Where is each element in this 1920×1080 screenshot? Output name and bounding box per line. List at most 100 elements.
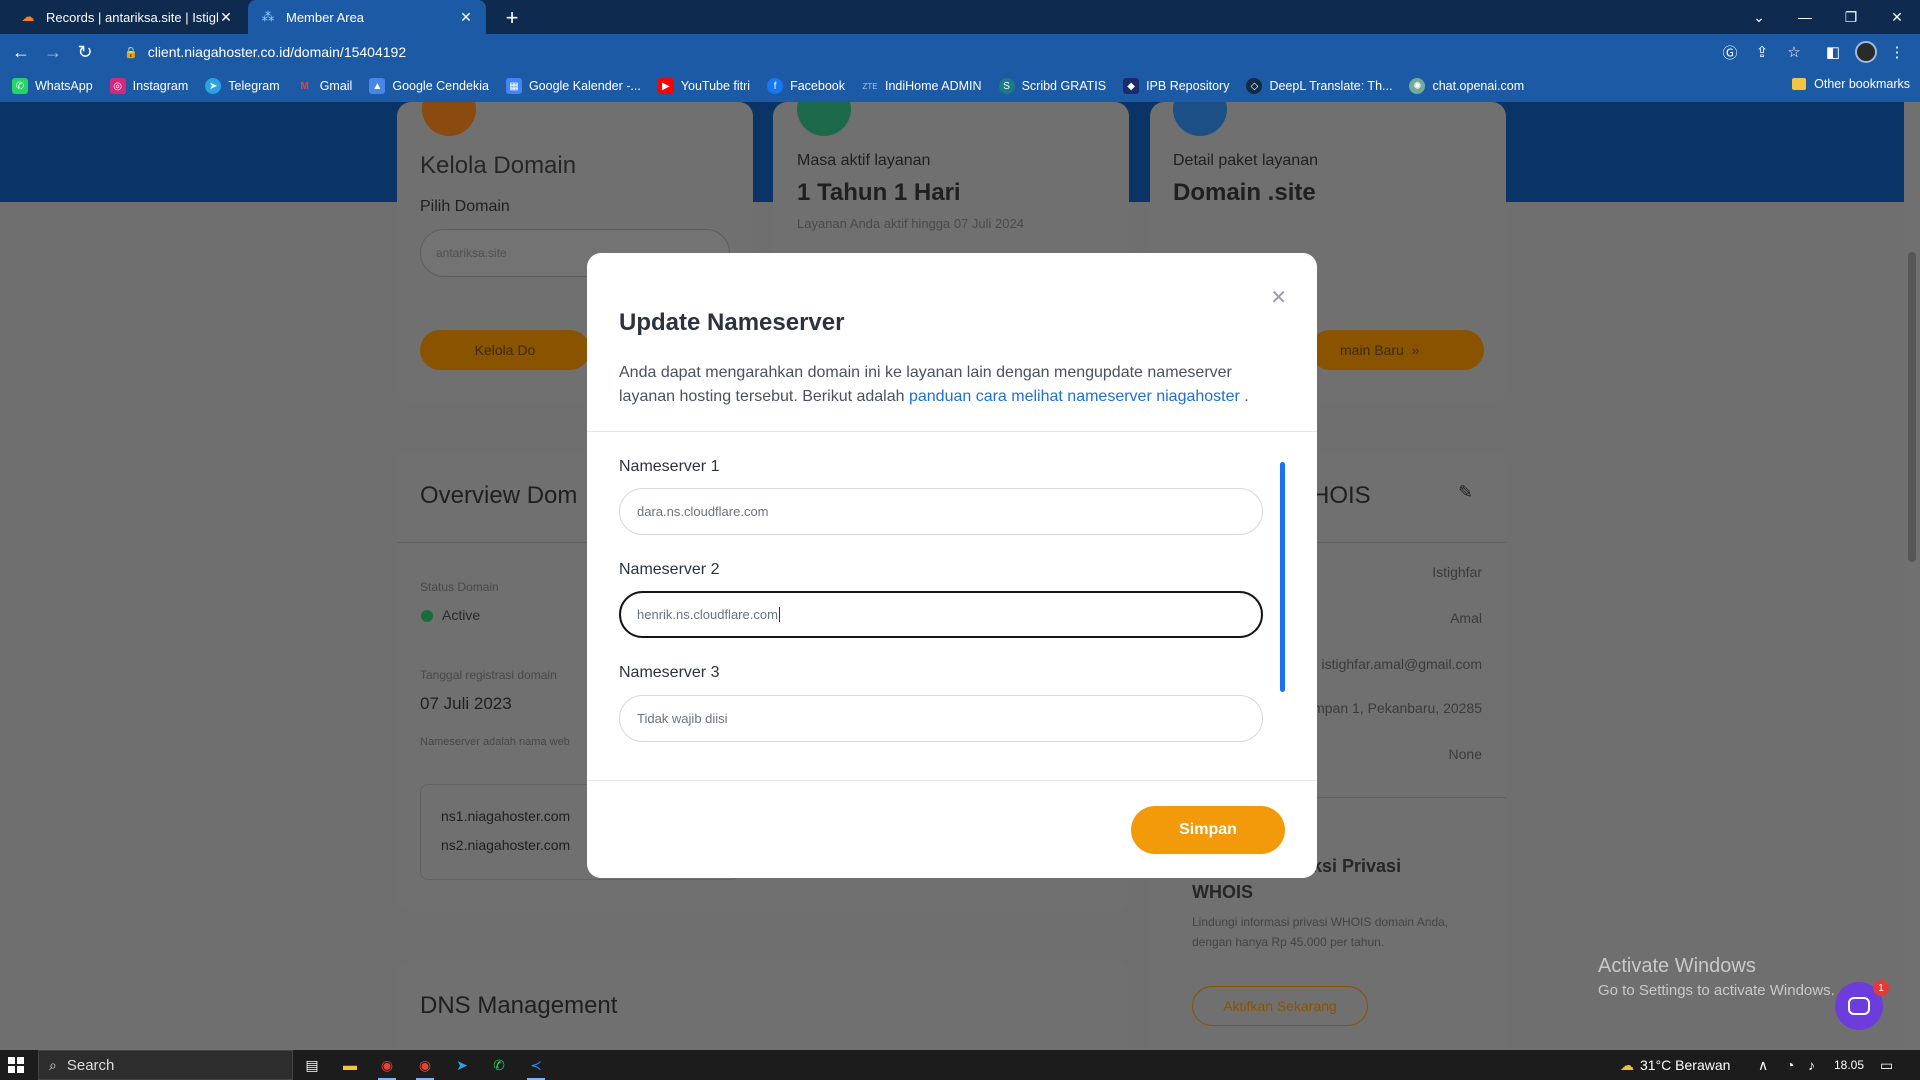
network-icon[interactable]: ◔ [1786, 1050, 1794, 1080]
bookmark-label: Instagram [132, 79, 189, 93]
telegram-icon: ➤ [205, 78, 222, 94]
aktifkan-privasi-button[interactable]: Aktifkan Sekarang [1192, 986, 1368, 1026]
ns1-value: ns1.niagahoster.com [441, 808, 571, 824]
address-bar[interactable]: 🔒 client.niagahoster.co.id/domain/154041… [110, 37, 1775, 67]
overview-title: Overview Dom [420, 482, 578, 509]
url-text: client.niagahoster.co.id/domain/15404192 [147, 44, 407, 60]
modal-scrollbar[interactable] [1280, 462, 1285, 692]
bookmark-gmail[interactable]: M Gmail [297, 78, 353, 94]
tab-member-area[interactable]: ⁂ Member Area ✕ [248, 0, 486, 34]
profile-avatar[interactable] [1855, 41, 1877, 63]
calendar-icon: ▦ [505, 78, 522, 94]
bookmark-telegram[interactable]: ➤ Telegram [205, 78, 280, 94]
scrollbar-thumb[interactable] [1908, 252, 1916, 562]
chrome-profile-icon[interactable]: ◉ [412, 1053, 438, 1080]
bookmark-ipb[interactable]: ◆ IPB Repository [1123, 78, 1229, 94]
instagram-icon: ◎ [109, 78, 126, 94]
task-view-icon[interactable]: ▤ [299, 1053, 325, 1077]
cloud-icon: ☁ [1620, 1056, 1634, 1073]
nameserver-2-value: henrik.ns.cloudflare.com [637, 607, 778, 622]
masa-aktif-note: Layanan Anda aktif hingga 07 Juli 2024 [797, 216, 1024, 231]
ns2-value: ns2.niagahoster.com [441, 837, 571, 853]
bookmark-label: Scribd GRATIS [1021, 79, 1107, 93]
ipb-icon: ◆ [1123, 78, 1140, 94]
tab-records[interactable]: ☁ Records | antariksa.site | Istighfar ✕ [8, 0, 246, 34]
bookmark-label: IndiHome ADMIN [885, 79, 982, 93]
bookmark-deepl[interactable]: ◇ DeepL Translate: Th... [1246, 78, 1392, 94]
vscode-icon[interactable]: ≺ [523, 1053, 549, 1080]
activate-windows-watermark: Activate Windows Go to Settings to activ… [1598, 955, 1835, 999]
menu-kebab-icon[interactable]: ⋮ [1884, 40, 1910, 64]
whois-last-name: Amal [1450, 610, 1482, 626]
masa-aktif-value: 1 Tahun 1 Hari [797, 179, 961, 206]
whois-title: HOIS [1312, 482, 1371, 509]
panduan-link[interactable]: panduan cara melihat nameserver niagahos… [909, 388, 1240, 405]
beli-domain-button[interactable]: main Baru » [1310, 330, 1484, 370]
share-icon[interactable]: ⇪ [1749, 40, 1775, 64]
file-explorer-icon[interactable]: ▬ [337, 1053, 363, 1077]
bookmark-label: Google Kalender -... [528, 79, 641, 93]
tab-search-icon[interactable]: ⌄ [1736, 0, 1782, 34]
search-icon: ⌕ [49, 1056, 57, 1073]
side-panel-icon[interactable]: ◧ [1820, 40, 1846, 64]
minimize-button[interactable]: — [1782, 0, 1828, 34]
facebook-icon: f [767, 78, 784, 94]
bookmark-google-cendekia[interactable]: ▲ Google Cendekia [369, 78, 489, 94]
back-icon[interactable]: ← [8, 40, 34, 64]
windows-start-icon[interactable] [8, 1057, 24, 1073]
chrome-icon[interactable]: ◉ [374, 1053, 400, 1080]
whois-email: istighfar.amal@gmail.com [1321, 656, 1483, 672]
youtube-icon: ▶ [657, 78, 674, 94]
bookmark-instagram[interactable]: ◎ Instagram [109, 78, 189, 94]
bookmark-facebook[interactable]: f Facebook [767, 78, 845, 94]
bookmark-star-icon[interactable]: ☆ [1781, 40, 1807, 64]
bookmark-whatsapp[interactable]: ✆ WhatsApp [12, 78, 93, 94]
activate-subtitle: Go to Settings to activate Windows. [1598, 982, 1835, 999]
edit-pencil-icon[interactable]: ✎ [1458, 482, 1473, 503]
nameserver-3-input[interactable]: Tidak wajib diisi [619, 695, 1263, 742]
nameserver-3-placeholder: Tidak wajib diisi [637, 711, 728, 726]
close-icon[interactable]: ✕ [1270, 285, 1287, 310]
nameserver-1-input[interactable]: dara.ns.cloudflare.com [619, 488, 1263, 535]
taskbar-search-label: Search [66, 1056, 115, 1074]
bookmark-label: DeepL Translate: Th... [1269, 79, 1393, 93]
tray-chevron-icon[interactable]: ∧ [1758, 1050, 1768, 1080]
other-bookmarks-label: Other bookmarks [1814, 77, 1910, 91]
weather-widget[interactable]: ☁ 31°C Berawan [1620, 1050, 1730, 1080]
kelola-domain-button[interactable]: Kelola Do [420, 330, 590, 370]
reload-icon[interactable]: ↻ [72, 40, 98, 64]
forward-icon[interactable]: → [40, 40, 66, 64]
tab-strip: ☁ Records | antariksa.site | Istighfar ✕… [0, 0, 1920, 34]
scribd-icon: S [998, 78, 1015, 94]
google-lens-icon[interactable]: Ⓖ [1717, 40, 1743, 64]
status-domain-label: Status Domain [420, 580, 499, 594]
notifications-icon[interactable]: ▭ [1880, 1050, 1893, 1080]
bookmark-openai[interactable]: ✺ chat.openai.com [1409, 78, 1524, 94]
restore-button[interactable]: ❐ [1828, 0, 1874, 34]
detail-paket-label: Detail paket layanan [1173, 152, 1318, 169]
aktifkan-button-label: Aktifkan Sekarang [1223, 998, 1337, 1014]
save-button[interactable]: Simpan [1131, 806, 1285, 854]
close-tab-icon[interactable]: ✕ [458, 9, 474, 26]
bookmark-youtube[interactable]: ▶ YouTube fitri [657, 78, 750, 94]
page-scrollbar[interactable] [1904, 102, 1920, 1050]
browser-toolbar: ← → ↻ 🔒 client.niagahoster.co.id/domain/… [0, 34, 1920, 70]
status-value: Active [442, 607, 481, 623]
taskbar-search[interactable]: ⌕ Search [38, 1050, 293, 1080]
whatsapp-icon[interactable]: ✆ [486, 1053, 512, 1077]
nameserver-1-label: Nameserver 1 [619, 458, 720, 475]
volume-icon[interactable]: ♪ [1808, 1050, 1815, 1080]
kelola-domain-title: Kelola Domain [420, 152, 577, 179]
telegram-icon[interactable]: ➤ [449, 1053, 475, 1077]
bookmark-google-kalender[interactable]: ▦ Google Kalender -... [505, 78, 641, 94]
close-window-button[interactable]: ✕ [1874, 0, 1920, 34]
other-bookmarks[interactable]: Other bookmarks [1792, 77, 1910, 91]
clock[interactable]: 18.05 [1834, 1050, 1864, 1080]
new-tab-button[interactable]: + [500, 5, 524, 31]
bookmark-indihome[interactable]: ZTE IndiHome ADMIN [862, 78, 982, 94]
close-tab-icon[interactable]: ✕ [218, 9, 234, 26]
nameserver-2-input[interactable]: henrik.ns.cloudflare.com [619, 591, 1263, 638]
bookmark-scribd[interactable]: S Scribd GRATIS [998, 78, 1107, 94]
status-dot [421, 610, 433, 622]
privasi-desc-line2: dengan hanya Rp 45.000 per tahun. [1192, 935, 1385, 949]
